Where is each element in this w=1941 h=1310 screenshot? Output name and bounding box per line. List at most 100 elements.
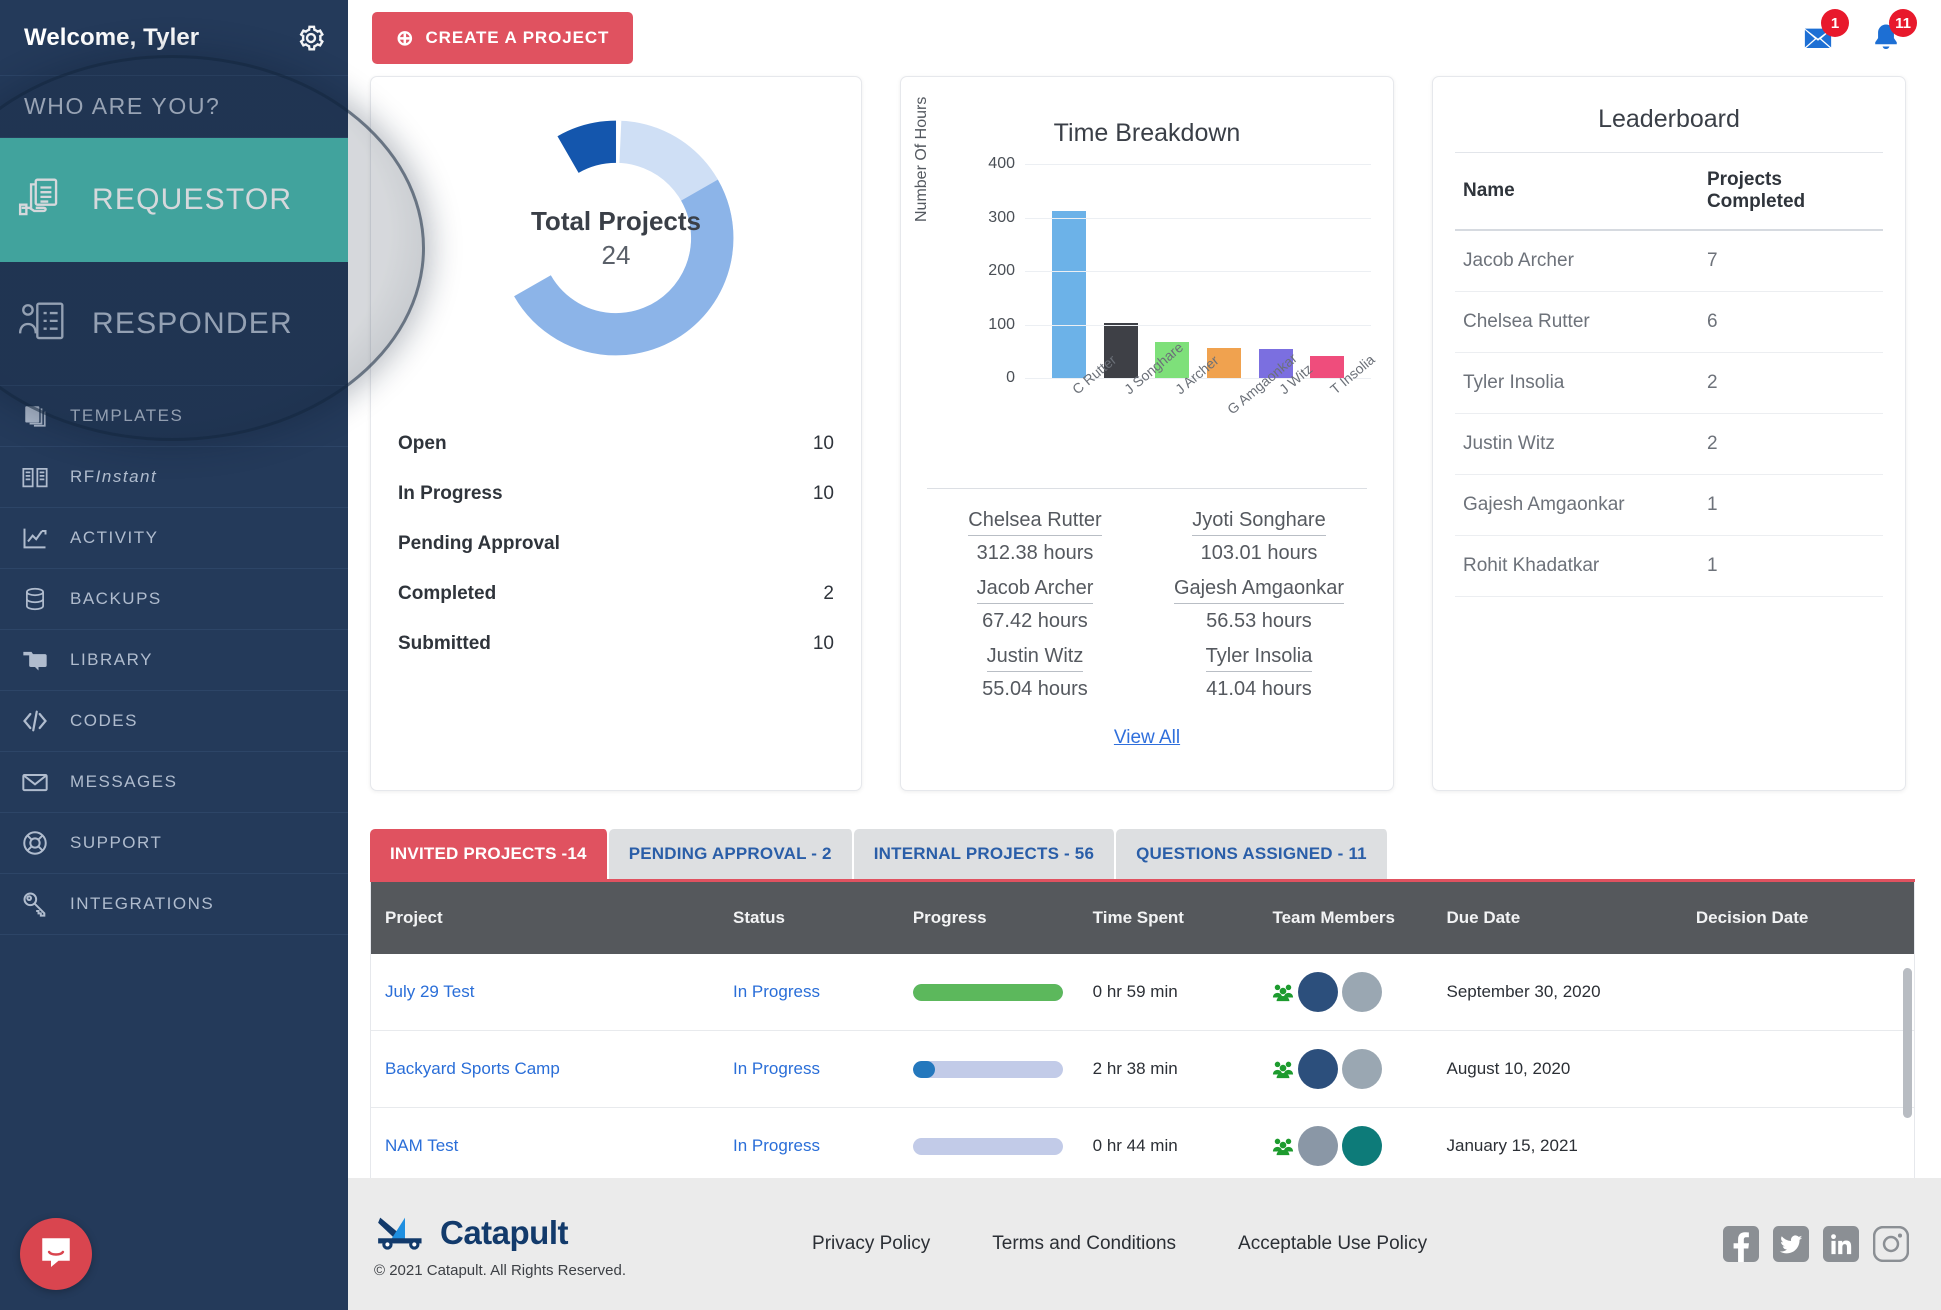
sidebar-item-label: RESPONDER [92, 306, 293, 340]
cell-decision-date [1681, 954, 1914, 1031]
status-value: 10 [812, 483, 834, 504]
tab-pending-approval[interactable]: PENDING APPROVAL - 2 [608, 829, 854, 879]
column-header-project: Project [371, 882, 720, 954]
cell-progress [898, 1107, 1079, 1185]
x-axis-tick: T Insolia [1327, 351, 1378, 398]
avatar[interactable] [1342, 972, 1383, 1012]
messages-notification-button[interactable]: 1 [1797, 9, 1849, 59]
project-link[interactable]: NAM Test [385, 1136, 458, 1155]
sidebar-item-messages[interactable]: MESSAGES [0, 752, 348, 813]
hours-name: Chelsea Rutter [968, 509, 1102, 536]
leaderboard-completed: 7 [1698, 230, 1883, 292]
leaderboard-completed: 2 [1698, 352, 1883, 414]
book-icon [18, 460, 52, 494]
x-axis-tick: C Rutter [1068, 351, 1120, 398]
hours-value: 103.01 hours [1200, 542, 1318, 564]
view-all-link[interactable]: View All [1114, 727, 1180, 748]
table-scrollbar[interactable] [1903, 968, 1912, 1118]
footer-link-acceptable-use-policy[interactable]: Acceptable Use Policy [1238, 1233, 1427, 1255]
project-link[interactable]: Backyard Sports Camp [385, 1059, 560, 1078]
facebook-icon[interactable] [1723, 1226, 1759, 1262]
status-label: In Progress [398, 483, 503, 504]
leaderboard-card: Leaderboard Name Projects Completed Jaco… [1432, 76, 1906, 791]
cell-status: In Progress [719, 1107, 899, 1185]
hours-name: Gajesh Amgaonkar [1173, 577, 1345, 604]
progress-bar-fill [912, 983, 1063, 1001]
table-row: Backyard Sports Camp In Progress 2 hr 38 m… [371, 1030, 1914, 1108]
sidebar-item-label: ACTIVITY [70, 528, 159, 547]
sidebar-item-activity[interactable]: ACTIVITY [0, 508, 348, 569]
donut-title: Total Projects [530, 205, 701, 236]
column-header-status: Status [719, 882, 899, 954]
linkedin-icon[interactable] [1823, 1226, 1859, 1262]
sidebar-item-responder[interactable]: RESPONDER [0, 262, 348, 386]
cell-team-members [1258, 1107, 1433, 1185]
sidebar-item-templates[interactable]: TEMPLATES [0, 386, 348, 447]
status-label: Submitted [398, 633, 491, 654]
avatar[interactable] [1298, 1049, 1339, 1089]
chat-widget-button[interactable] [20, 1218, 92, 1290]
leaderboard-table: Name Projects Completed Jacob Archer 7 Che… [1455, 152, 1883, 597]
tab-invited-projects[interactable]: INVITED PROJECTS -14 [370, 829, 609, 879]
view-all-wrap: View All [923, 727, 1371, 749]
sidebar-item-rfinstant[interactable]: RFInstant [0, 447, 348, 508]
hours-cell: Tyler Insolia 41.04 hours [1147, 641, 1371, 709]
time-breakdown-chart: Number Of Hours 0 100 200 300 400 C Rutter J … [913, 97, 1378, 464]
leaderboard-header-row: Name Projects Completed [1455, 152, 1883, 231]
sidebar-item-library[interactable]: LIBRARY [0, 630, 348, 691]
sidebar-item-support[interactable]: SUPPORT [0, 813, 348, 874]
folder-icon [18, 643, 52, 677]
total-projects-card: Total Projects 24 Open 10 In Progress 10… [370, 76, 862, 791]
twitter-icon[interactable] [1773, 1226, 1809, 1262]
chart-line-icon [18, 521, 52, 555]
x-axis-tick: J Archer [1172, 351, 1222, 398]
tab-internal-projects[interactable]: INTERNAL PROJECTS - 56 [853, 829, 1117, 879]
cell-time-spent: 0 hr 44 min [1078, 1107, 1259, 1185]
welcome-text: Welcome, Tyler [24, 23, 200, 51]
cell-status: In Progress [719, 1030, 899, 1108]
avatar[interactable] [1342, 1049, 1383, 1089]
hours-name: Tyler Insolia [1205, 645, 1313, 672]
bar-plot-area: 0 100 200 300 400 [988, 155, 1371, 386]
table-row: Rohit Khadatkar 1 [1455, 535, 1883, 597]
bar[interactable] [1051, 210, 1086, 378]
plus-circle-icon: ⊕ [396, 26, 415, 50]
avatar[interactable] [1342, 1126, 1383, 1166]
document-in-hand-icon [14, 172, 70, 228]
avatar[interactable] [1298, 1126, 1339, 1166]
hours-value: 312.38 hours [976, 542, 1094, 564]
cell-progress [898, 954, 1079, 1031]
hours-cell: Jyoti Songhare 103.01 hours [1147, 505, 1371, 573]
avatar[interactable] [1298, 972, 1339, 1012]
status-row-submitted: Submitted 10 [395, 619, 837, 669]
column-header-team-members: Team Members [1258, 882, 1433, 954]
hours-value: 67.42 hours [982, 610, 1088, 632]
footer-links: Privacy Policy Terms and Conditions Acce… [812, 1233, 1427, 1255]
sidebar-item-label: LIBRARY [70, 650, 153, 669]
create-project-button[interactable]: ⊕ CREATE A PROJECT [372, 12, 634, 64]
sidebar-item-codes[interactable]: CODES [0, 691, 348, 752]
instagram-icon[interactable] [1872, 1225, 1910, 1263]
footer-link-terms-and-conditions[interactable]: Terms and Conditions [992, 1233, 1176, 1255]
sidebar-item-label: INTEGRATIONS [70, 894, 215, 913]
footer-link-privacy-policy[interactable]: Privacy Policy [812, 1233, 930, 1255]
footer-copyright: © 2021 Catapult. All Rights Reserved. [374, 1262, 627, 1279]
column-header-due-date: Due Date [1432, 882, 1682, 954]
gridline [1025, 164, 1371, 165]
status-badge: In Progress [733, 982, 820, 1001]
column-header-time-spent: Time Spent [1078, 882, 1259, 954]
sidebar-item-label: BACKUPS [70, 589, 162, 608]
sidebar-item-integrations[interactable]: INTEGRATIONS [0, 874, 348, 935]
project-link[interactable]: July 29 Test [385, 982, 474, 1001]
sidebar-item-backups[interactable]: BACKUPS [0, 569, 348, 630]
gear-icon[interactable] [296, 23, 326, 53]
leaderboard-name: Tyler Insolia [1455, 352, 1699, 414]
projects-table-body: July 29 Test In Progress 0 hr 59 min Septem… [371, 954, 1914, 1185]
alerts-notification-button[interactable]: 11 [1865, 9, 1917, 59]
time-breakdown-title: Time Breakdown [1053, 119, 1241, 147]
hours-value: 56.53 hours [1206, 610, 1312, 632]
leaderboard-name: Gajesh Amgaonkar [1455, 474, 1699, 536]
tab-questions-assigned[interactable]: QUESTIONS ASSIGNED - 11 [1116, 829, 1389, 879]
status-label: Open [398, 433, 447, 454]
sidebar-item-requestor[interactable]: REQUESTOR [0, 138, 348, 262]
